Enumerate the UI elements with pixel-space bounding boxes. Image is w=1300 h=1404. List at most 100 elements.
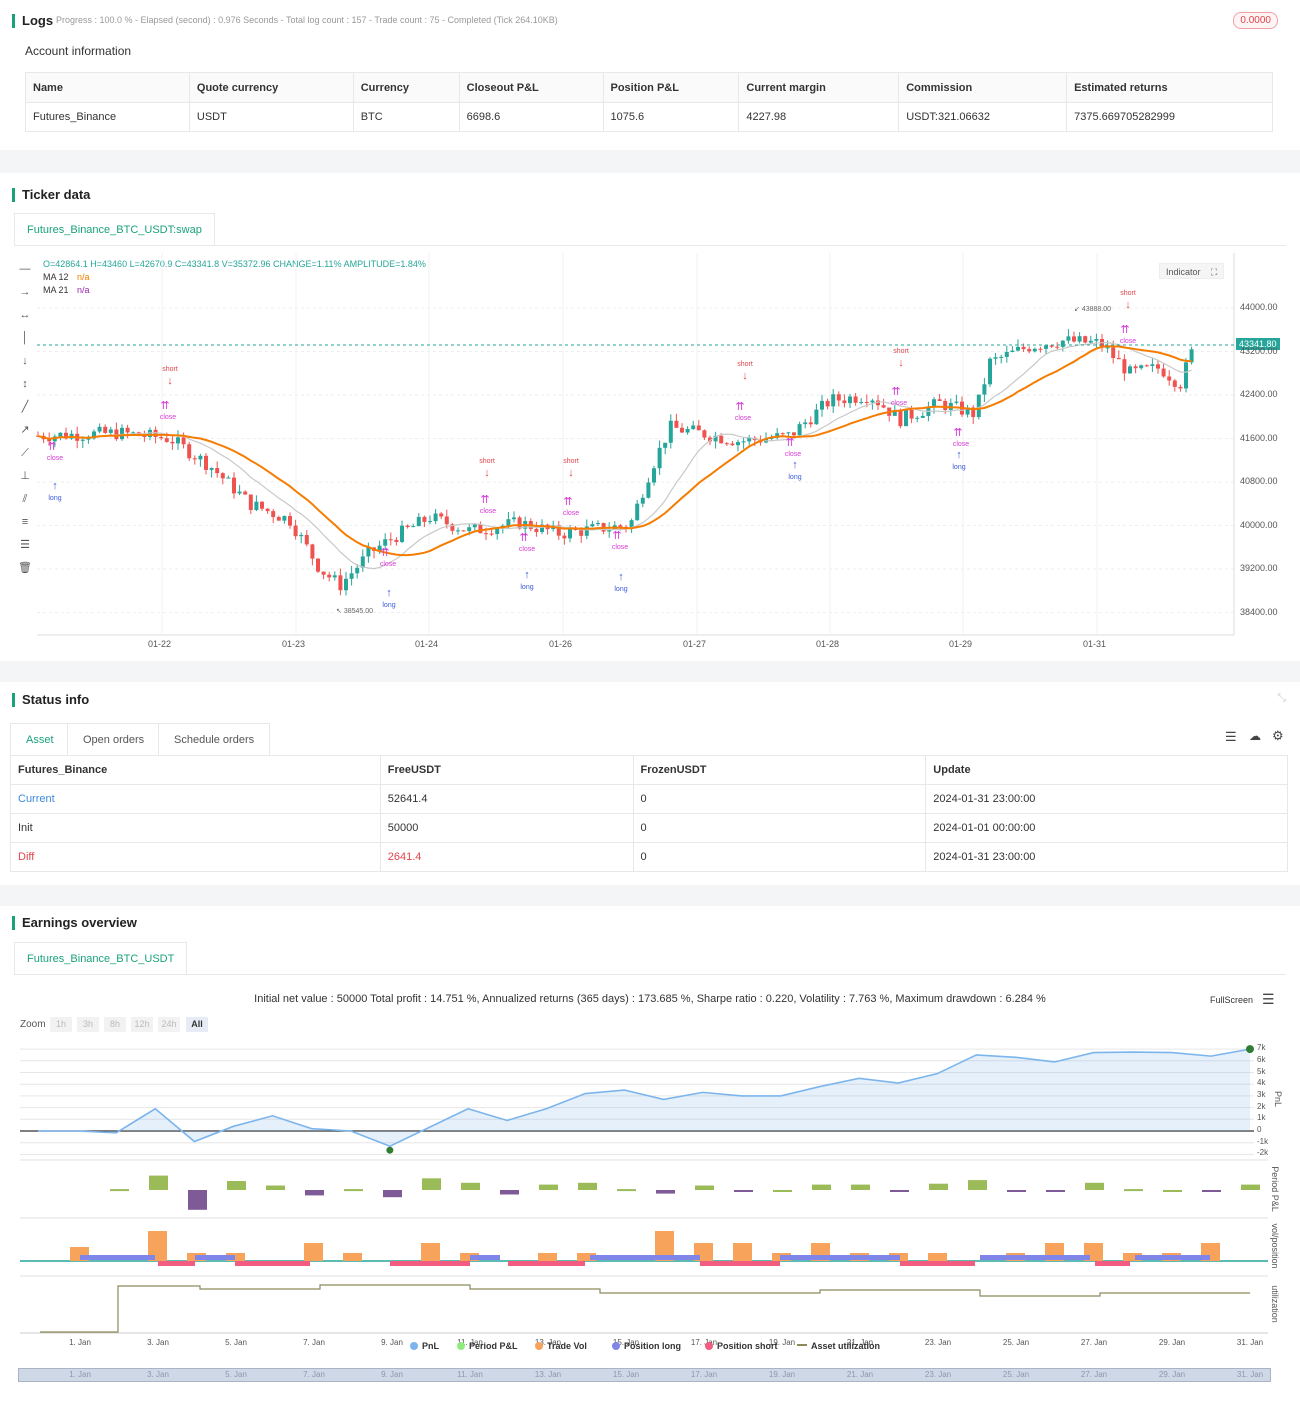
high-marker: ↙ 43888.00 [1074, 306, 1112, 313]
nav-x-tick: 9. Jan [381, 1370, 403, 1379]
candle-body [355, 567, 360, 574]
collapse-icon[interactable]: ⤡ [1277, 692, 1286, 705]
cloud-download-icon[interactable]: ☁ [1249, 729, 1261, 743]
position-short-bar [390, 1261, 470, 1266]
nav-x-tick: 5. Jan [225, 1370, 247, 1379]
candle-body [741, 441, 746, 443]
candlestick-chart[interactable]: short ↓ short ↓ short ↓ short ↓ short ↓ short ↓ ↑ lon… [0, 173, 1300, 661]
long-arrow: ↑ [524, 569, 530, 581]
logs-status: Progress : 100.0 % - Elapsed (second) : … [56, 15, 558, 25]
candle-body [803, 422, 808, 425]
candle-body [1088, 340, 1093, 343]
pnl-y-tick: -1k [1257, 1136, 1269, 1146]
tab-earnings-symbol[interactable]: Futures_Binance_BTC_USDT [14, 942, 188, 974]
legend-item[interactable]: Position short [705, 1341, 778, 1351]
legend-item[interactable]: Position long [612, 1341, 681, 1351]
short-arrow: ↓ [484, 467, 490, 479]
candle-body [484, 533, 488, 535]
price-x-tick: 01-22 [148, 639, 172, 649]
pnl-y-tick: 4k [1257, 1078, 1266, 1088]
asset-row-init: Init 50000 0 2024-01-01 00:00:00 [10, 813, 1288, 843]
candle-body [456, 530, 460, 532]
position-long-bar [470, 1255, 500, 1260]
candle-body [304, 534, 309, 545]
asset-col-header: Update [925, 755, 1288, 785]
tab-open-orders[interactable]: Open orders [67, 723, 161, 755]
close-arrow: ⇈ [891, 386, 900, 398]
long-marker-label: long [614, 586, 627, 593]
price-y-tick: 42400.00 [1240, 389, 1278, 399]
candle-body [954, 401, 959, 403]
nav-x-tick: 19. Jan [768, 1370, 796, 1379]
account-title: Account information [25, 44, 132, 58]
candle-body [478, 524, 483, 534]
legend-item[interactable]: Asset utilization [797, 1341, 880, 1351]
pnl-y-tick: 0 [1257, 1125, 1262, 1134]
candle-body [215, 468, 220, 474]
candle-body [680, 427, 684, 433]
candle-body [260, 501, 264, 509]
list-icon[interactable]: ☰ [1225, 729, 1237, 745]
axis-title: Period P&L [1270, 1166, 1280, 1212]
candle-body [1010, 350, 1015, 352]
candle-body [467, 527, 472, 532]
candle-body [248, 494, 253, 510]
pnl-y-tick: 2k [1257, 1101, 1266, 1111]
nav-x-tick: 1. Jan [69, 1370, 91, 1379]
candle-body [562, 535, 567, 539]
price-x-tick: 01-27 [683, 639, 707, 649]
period-pnl-bar [344, 1189, 363, 1192]
legend-swatch [535, 1342, 543, 1350]
pnl-min-marker [386, 1146, 394, 1154]
price-x-tick: 01-26 [549, 639, 573, 649]
candle-body [400, 525, 404, 542]
pnl-y-tick: 5k [1257, 1066, 1266, 1076]
legend-item[interactable]: Trade Vol [535, 1341, 587, 1351]
trade-vol-bar [928, 1253, 947, 1261]
gear-icon[interactable]: ⚙ [1272, 728, 1284, 744]
legend-swatch [705, 1342, 713, 1350]
candle-body [293, 525, 298, 537]
period-pnl-bar [1124, 1189, 1143, 1192]
short-marker-label: short [162, 366, 178, 373]
asset-utilization-line [40, 1284, 1250, 1333]
short-arrow: ↓ [898, 357, 904, 369]
long-arrow: ↑ [792, 459, 798, 471]
price-y-tick: 41600.00 [1240, 432, 1278, 443]
candle-body [590, 524, 595, 527]
price-y-tick: 44000.00 [1240, 302, 1278, 312]
legend-item[interactable]: Period P&L [457, 1341, 518, 1351]
long-marker-label: long [952, 464, 965, 471]
account-cell: Futures_Binance [25, 102, 190, 132]
pnl-y-tick: 6k [1257, 1054, 1266, 1064]
account-table: Name Quote currency Currency Closeout P&L Po… [25, 72, 1273, 132]
legend-label: Position long [624, 1341, 681, 1351]
candle-body [842, 400, 847, 404]
candle-body [159, 436, 164, 439]
legend-swatch [612, 1342, 620, 1350]
candle-body [568, 528, 572, 539]
account-cell: 4227.98 [738, 102, 900, 132]
candle-body [489, 533, 494, 535]
candle-body [237, 491, 242, 494]
earn-x-tick: 9. Jan [381, 1338, 403, 1347]
candle-body [696, 425, 701, 431]
tab-schedule-orders[interactable]: Schedule orders [158, 723, 271, 755]
candle-body [164, 438, 169, 442]
legend-label: Asset utilization [811, 1341, 881, 1351]
close-arrow: ⇈ [953, 427, 962, 439]
nav-x-tick: 21. Jan [846, 1370, 874, 1379]
candle-body [1072, 336, 1076, 342]
candle-body [1060, 340, 1065, 347]
tab-asset[interactable]: Asset [10, 723, 70, 755]
axis-title: PnL [1273, 1090, 1283, 1107]
candle-body [920, 415, 925, 418]
candle-body [1133, 366, 1138, 369]
position-short-bar [235, 1261, 310, 1266]
legend-item[interactable]: PnL [410, 1341, 439, 1351]
close-marker-label: close [380, 561, 396, 568]
earn-x-tick: 23. Jan [924, 1338, 952, 1347]
candle-body [170, 441, 175, 444]
candle-body [915, 417, 920, 419]
nav-x-tick: 29. Jan [1158, 1370, 1186, 1379]
